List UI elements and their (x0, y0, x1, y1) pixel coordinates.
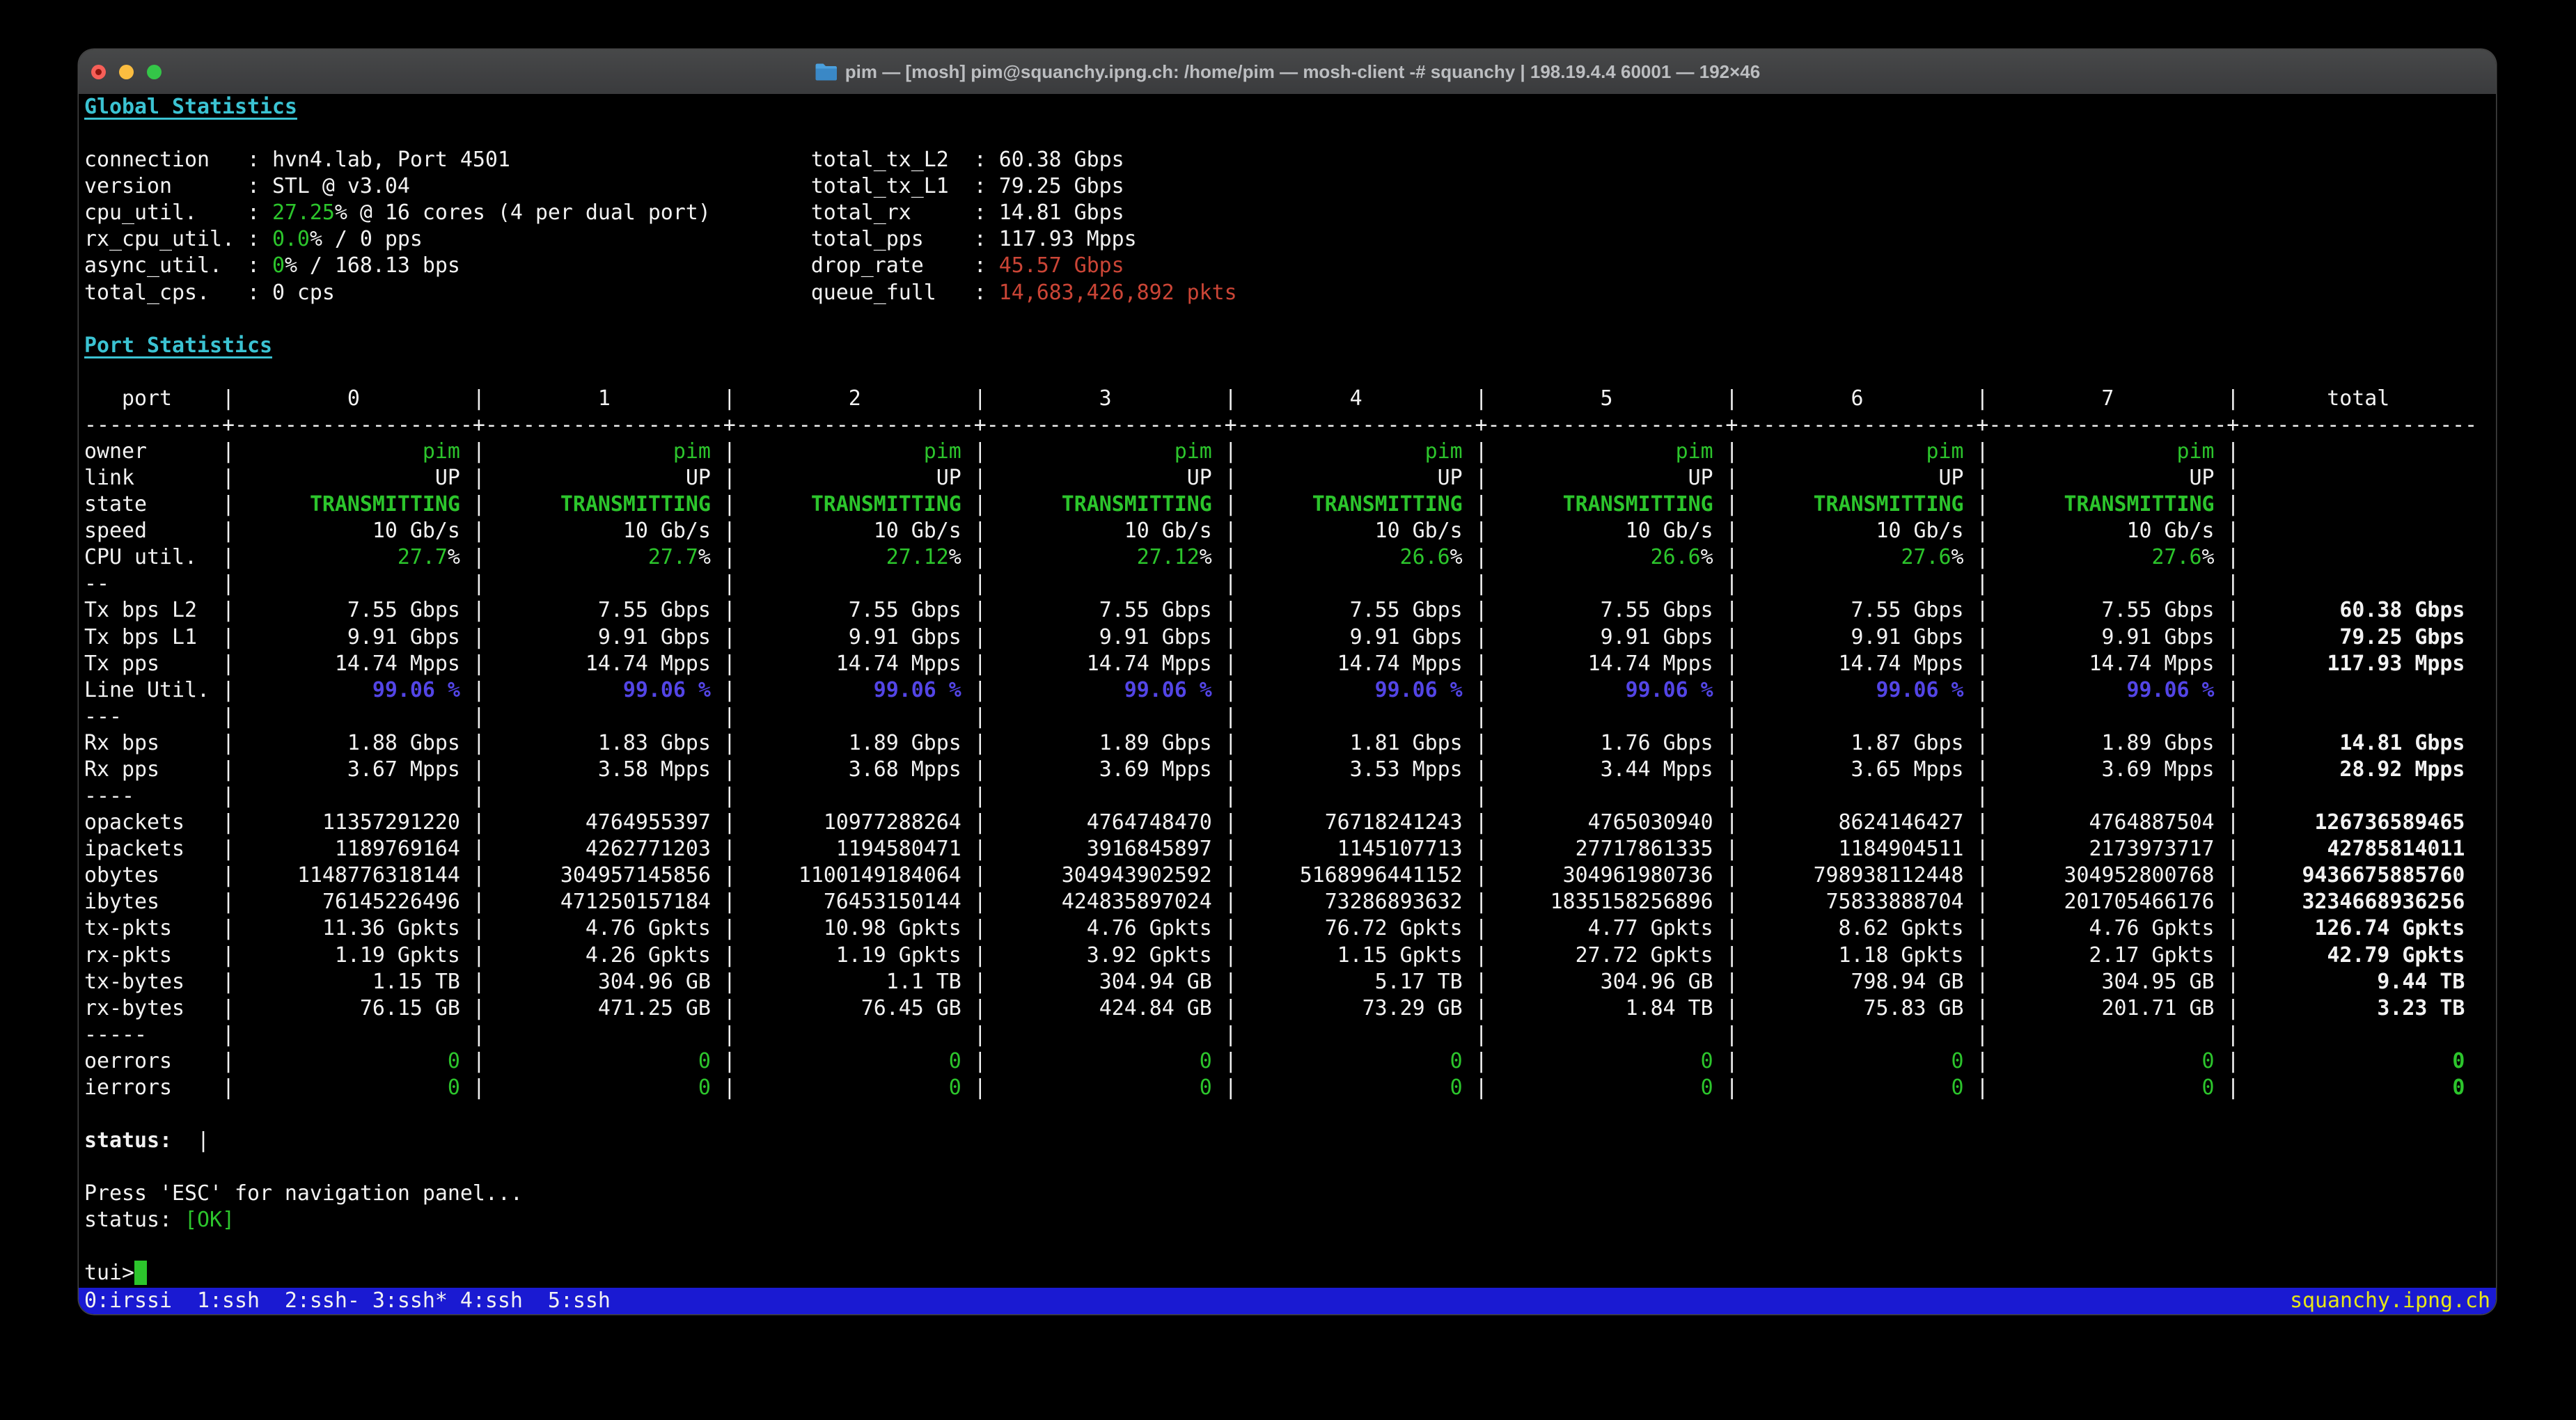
port-table-header: port | 0 | 1 | 2 | 3 | 4 | 5 | 6 | 7 | t… (84, 386, 2496, 412)
esc-hint-row: Press 'ESC' for navigation panel... (84, 1181, 2496, 1207)
table-row-rx-bps: Rx bps | 1.88 Gbps | 1.83 Gbps | 1.89 Gb… (84, 730, 2496, 757)
tui-prompt-row: tui> (84, 1260, 2496, 1286)
status-ok-row: status: [OK] (84, 1207, 2496, 1233)
table-row--: --- | | | | | | | | | (84, 704, 2496, 730)
folder-icon (815, 63, 837, 81)
global-stats-row: rx_cpu_util. : 0.0% / 0 pps total_pps : … (84, 226, 2496, 253)
table-row-ibytes: ibytes | 76145226496 | 471250157184 | 76… (84, 889, 2496, 915)
table-row-rx-pps: Rx pps | 3.67 Mpps | 3.58 Mpps | 3.68 Mp… (84, 757, 2496, 783)
screen-window-list: 0:irssi 1:ssh 2:ssh- 3:ssh* 4:ssh 5:ssh (84, 1288, 611, 1314)
traffic-lights (91, 49, 162, 94)
table-row-owner: owner | pim | pim | pim | pim | pim | pi… (84, 439, 2496, 465)
terminal-rows: Global Statistics connection : hvn4.lab, … (84, 94, 2496, 1287)
table-row--: -- | | | | | | | | | (84, 571, 2496, 597)
terminal-content[interactable]: Global Statistics connection : hvn4.lab, … (79, 94, 2496, 1314)
terminal-blank-row (84, 1233, 2496, 1260)
terminal-blank-row (84, 120, 2496, 147)
table-row-state: state | TRANSMITTING | TRANSMITTING | TR… (84, 491, 2496, 518)
table-row-oerrors: oerrors | 0 | 0 | 0 | 0 | 0 | 0 | 0 | 0 … (84, 1048, 2496, 1075)
minimize-button[interactable] (119, 65, 134, 79)
table-row-opackets: opackets | 11357291220 | 4764955397 | 10… (84, 810, 2496, 836)
screen-hostname: squanchy.ipng.ch (2290, 1288, 2490, 1314)
port-table-separator: -----------+-------------------+--------… (84, 412, 2496, 439)
table-row-ipackets: ipackets | 1189769164 | 4262771203 | 119… (84, 836, 2496, 862)
table-row-tx-bps-l2: Tx bps L2 | 7.55 Gbps | 7.55 Gbps | 7.55… (84, 597, 2496, 624)
status-spinner-row: status: | (84, 1128, 2496, 1154)
close-button[interactable] (91, 65, 106, 79)
terminal-blank-row (84, 1101, 2496, 1128)
desktop: { "colors": { "fg": "#f2f2f2", "green": … (0, 0, 2576, 1420)
window-title-text: pim — [mosh] pim@squanchy.ipng.ch: /home… (845, 61, 1760, 83)
global-stats-row: total_cps. : 0 cps queue_full : 14,683,4… (84, 280, 2496, 306)
terminal-blank-row (84, 1154, 2496, 1181)
table-row-tx-bps-l1: Tx bps L1 | 9.91 Gbps | 9.91 Gbps | 9.91… (84, 624, 2496, 651)
table-row-tx-bytes: tx-bytes | 1.15 TB | 304.96 GB | 1.1 TB … (84, 969, 2496, 995)
terminal-blank-row (84, 359, 2496, 386)
global-stats-row: version : STL @ v3.04 total_tx_L1 : 79.2… (84, 173, 2496, 200)
port-statistics-heading: Port Statistics (84, 333, 2496, 359)
window-title: pim — [mosh] pim@squanchy.ipng.ch: /home… (815, 61, 1760, 83)
table-row-line-util-: Line Util. | 99.06 % | 99.06 % | 99.06 %… (84, 677, 2496, 704)
table-row-rx-bytes: rx-bytes | 76.15 GB | 471.25 GB | 76.45 … (84, 995, 2496, 1022)
table-row-obytes: obytes | 1148776318144 | 304957145856 | … (84, 862, 2496, 889)
global-stats-row: connection : hvn4.lab, Port 4501 total_t… (84, 147, 2496, 173)
terminal-cursor (134, 1261, 147, 1285)
table-row-rx-pkts: rx-pkts | 1.19 Gpkts | 4.26 Gpkts | 1.19… (84, 942, 2496, 969)
table-row-ierrors: ierrors | 0 | 0 | 0 | 0 | 0 | 0 | 0 | 0 … (84, 1075, 2496, 1101)
global-statistics-heading: Global Statistics (84, 94, 2496, 120)
global-stats-row: async_util. : 0% / 168.13 bps drop_rate … (84, 253, 2496, 279)
window-titlebar[interactable]: pim — [mosh] pim@squanchy.ipng.ch: /home… (79, 49, 2496, 95)
screen-status-bar: 0:irssi 1:ssh 2:ssh- 3:ssh* 4:ssh 5:ssh … (79, 1288, 2496, 1314)
terminal-window: pim — [mosh] pim@squanchy.ipng.ch: /home… (79, 49, 2496, 1314)
terminal-blank-row (84, 306, 2496, 333)
zoom-button[interactable] (147, 65, 162, 79)
table-row-tx-pkts: tx-pkts | 11.36 Gpkts | 4.76 Gpkts | 10.… (84, 915, 2496, 942)
table-row-speed: speed | 10 Gb/s | 10 Gb/s | 10 Gb/s | 10… (84, 518, 2496, 544)
table-row-tx-pps: Tx pps | 14.74 Mpps | 14.74 Mpps | 14.74… (84, 651, 2496, 677)
table-row-cpu-util-: CPU util. | 27.7% | 27.7% | 27.12% | 27.… (84, 544, 2496, 571)
global-stats-row: cpu_util. : 27.25% @ 16 cores (4 per dua… (84, 200, 2496, 226)
table-row--: ---- | | | | | | | | | (84, 783, 2496, 810)
table-row-link: link | UP | UP | UP | UP | UP | UP | UP … (84, 465, 2496, 491)
table-row--: ----- | | | | | | | | | (84, 1022, 2496, 1048)
